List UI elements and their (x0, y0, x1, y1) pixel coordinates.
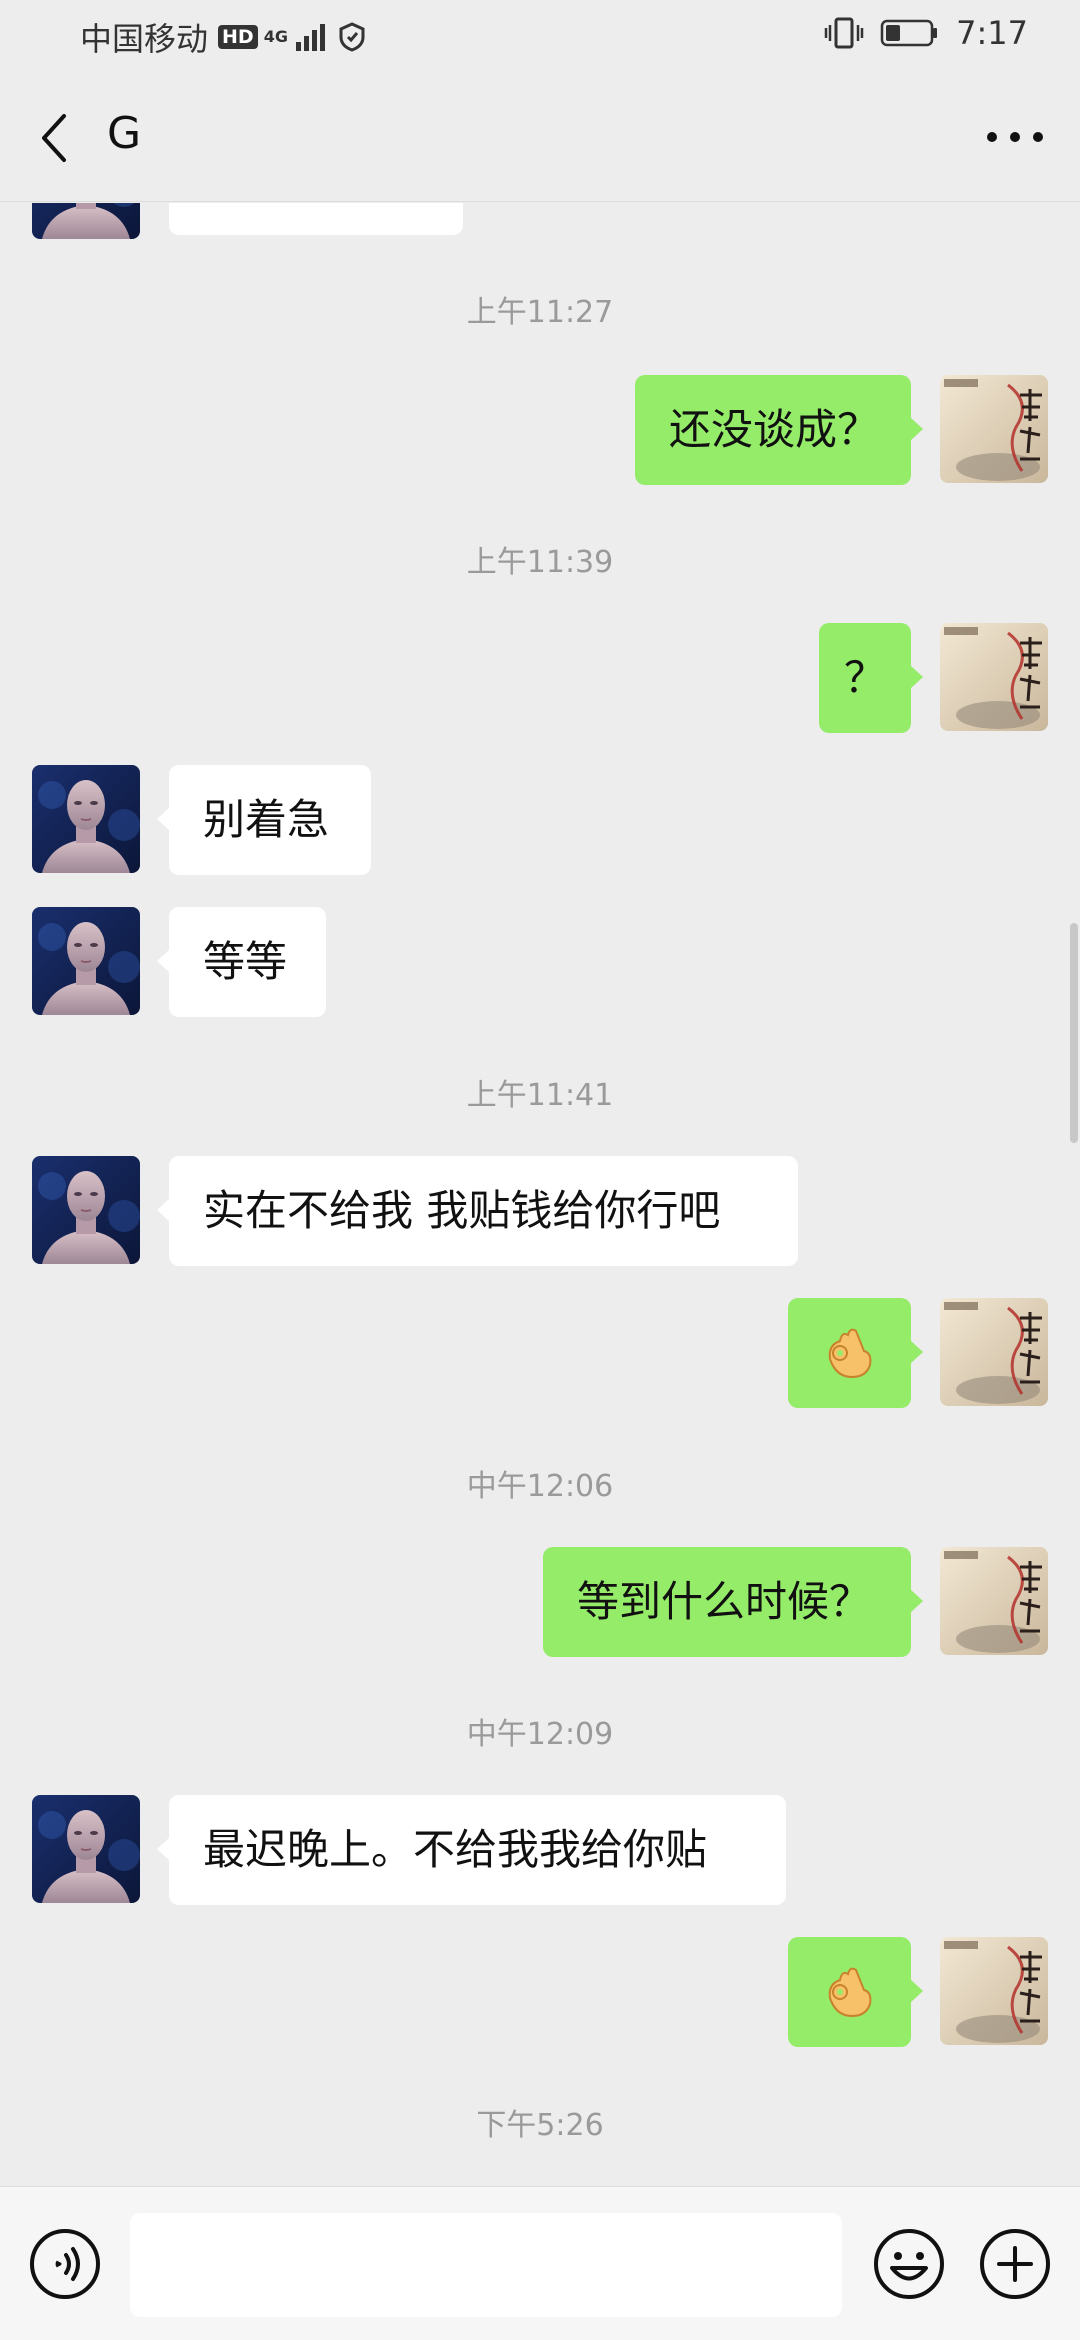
ok-hand-emoji-icon (820, 1323, 880, 1383)
chat-header: G (0, 72, 1080, 202)
message-bubble-incoming[interactable]: 实在不给我 我贴钱给你行吧 (157, 1156, 798, 1266)
hd-badge: HD (218, 25, 258, 49)
my-avatar[interactable] (940, 1298, 1048, 1406)
status-bar: 中国移动 HD 4G 7:17 (0, 0, 1080, 72)
network-type: 4G (263, 27, 288, 46)
message-bubble-outgoing[interactable]: ？ (819, 623, 923, 733)
message-bubble-outgoing[interactable]: 还没谈成？ (635, 375, 923, 485)
my-avatar[interactable] (940, 623, 1048, 731)
carrier-name: 中国移动 (80, 20, 209, 58)
timestamp: 上午11:27 (466, 295, 614, 330)
signal-icon (295, 24, 325, 51)
timestamp: 上午11:41 (466, 1078, 614, 1113)
timestamp: 中午12:09 (466, 1717, 614, 1752)
chevron-left-icon[interactable] (30, 108, 80, 168)
message-bubble-partial[interactable] (169, 203, 463, 235)
timestamp: 上午11:39 (466, 545, 614, 580)
contact-avatar[interactable] (32, 1156, 140, 1264)
clock: 7:17 (956, 14, 1028, 52)
my-avatar[interactable] (940, 375, 1048, 483)
battery-icon (880, 19, 938, 47)
emoji-icon[interactable] (872, 2227, 946, 2301)
contact-avatar[interactable] (32, 907, 140, 1015)
contact-avatar[interactable] (32, 765, 140, 873)
vibrate-icon (824, 17, 864, 49)
message-list[interactable]: 上午11:27 还没谈成？ 上午11:39 ？ 别着急 等等 上午11:41 实… (0, 203, 1080, 2185)
timestamp: 中午12:06 (466, 1469, 614, 1504)
contact-avatar[interactable] (32, 203, 140, 239)
status-left: 中国移动 HD 4G (80, 14, 368, 60)
ok-hand-emoji-icon (820, 1962, 880, 2022)
timestamp: 下午5:26 (476, 2108, 604, 2143)
more-dots-icon[interactable] (980, 112, 1050, 162)
message-input[interactable] (130, 2213, 842, 2317)
my-avatar[interactable] (940, 1547, 1048, 1655)
message-bubble-outgoing[interactable] (788, 1298, 923, 1408)
contact-avatar[interactable] (32, 1795, 140, 1903)
message-bubble-incoming[interactable]: 最迟晚上。不给我我给你贴 (157, 1795, 786, 1905)
message-bubble-outgoing[interactable] (788, 1937, 923, 2047)
message-bubble-incoming[interactable]: 等等 (157, 907, 326, 1017)
plus-icon[interactable] (978, 2227, 1052, 2301)
message-bubble-incoming[interactable]: 别着急 (157, 765, 371, 875)
input-bar (0, 2186, 1080, 2340)
chat-screen: 中国移动 HD 4G 7:17 G 上午11:27 还没谈成？ 上午11:39 … (0, 0, 1080, 2340)
shield-icon (339, 22, 365, 52)
voice-icon[interactable] (28, 2227, 102, 2301)
chat-title[interactable]: G (107, 108, 141, 159)
message-bubble-outgoing[interactable]: 等到什么时候？ (543, 1547, 923, 1657)
status-right: 7:17 (824, 14, 1028, 52)
my-avatar[interactable] (940, 1937, 1048, 2045)
scrollbar-thumb[interactable] (1070, 923, 1078, 1143)
